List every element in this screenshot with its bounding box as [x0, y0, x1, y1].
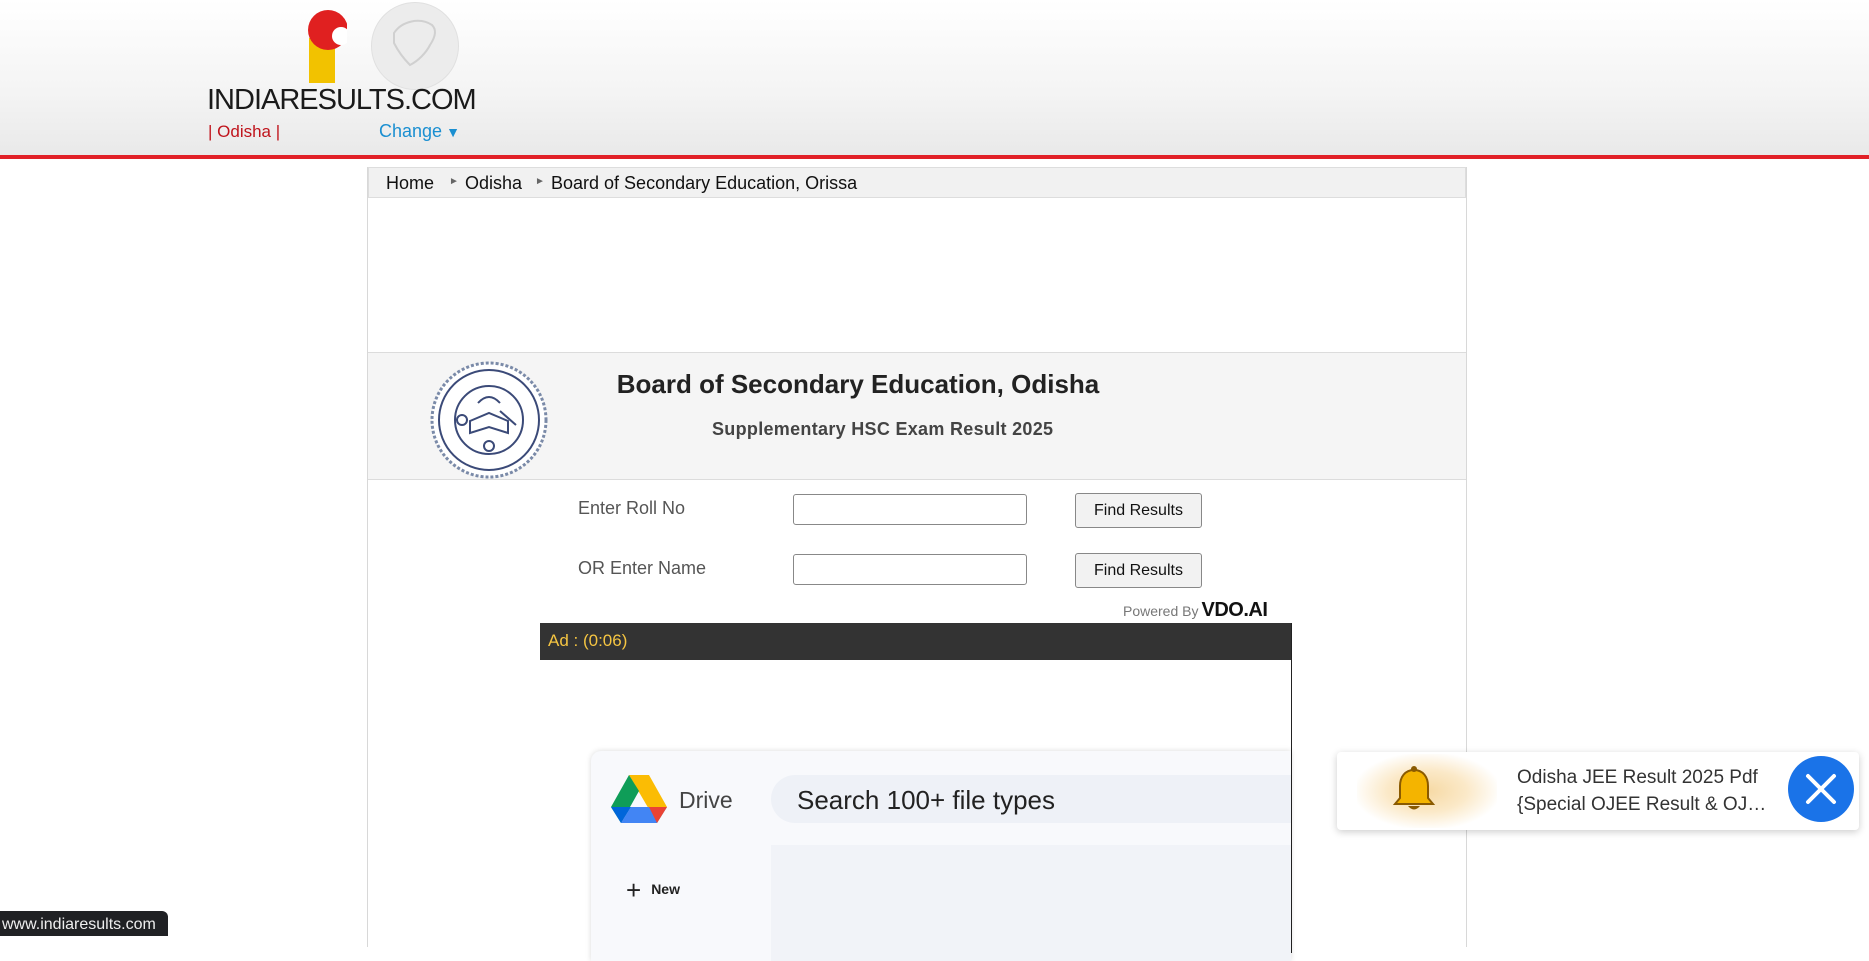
drive-file-panel — [771, 845, 1291, 961]
change-state-link[interactable]: Change ▼ — [379, 121, 460, 142]
site-logo[interactable]: INDIARESULTS.COM — [205, 0, 477, 116]
notification-popup[interactable]: Odisha JEE Result 2025 Pdf {Special OJEE… — [1337, 752, 1859, 830]
roll-number-row: Enter Roll No Find Results — [368, 493, 1466, 534]
drive-new-label: New — [651, 881, 680, 898]
drive-new-button: + New — [626, 875, 680, 906]
drive-search-text: Search 100+ file types — [797, 785, 1055, 815]
drive-name: Drive — [679, 787, 733, 813]
drive-ad-card: Drive Search 100+ file types + New — [591, 751, 1291, 961]
main-content: Home ► Odisha ► Board of Secondary Educa… — [367, 167, 1467, 961]
name-row: OR Enter Name Find Results — [368, 553, 1466, 594]
exam-subtitle: Supplementary HSC Exam Result 2025 — [712, 419, 1054, 439]
find-results-name-button[interactable]: Find Results — [1075, 553, 1202, 588]
roll-number-input[interactable] — [793, 494, 1027, 525]
status-bar-url: www.indiaresults.com — [0, 911, 168, 936]
name-label: OR Enter Name — [578, 558, 707, 578]
site-header: INDIARESULTS.COM | Odisha | Change ▼ — [0, 0, 1869, 159]
powered-by: Powered By VDO.AI — [1123, 599, 1268, 622]
notification-text[interactable]: Odisha JEE Result 2025 Pdf {Special OJEE… — [1517, 764, 1787, 818]
triangle-down-icon: ▼ — [446, 124, 460, 140]
vdo-ai-logo[interactable]: VDO.AI — [1201, 599, 1267, 621]
notification-line-2: {Special OJEE Result & OJ… — [1517, 794, 1767, 815]
plus-icon: + — [626, 875, 642, 905]
breadcrumb: Home ► Odisha ► Board of Secondary Educa… — [368, 167, 1466, 198]
close-icon — [1806, 774, 1836, 804]
board-banner: Board of Secondary Education, Odisha Sup… — [368, 353, 1466, 480]
odisha-map-icon — [371, 2, 459, 90]
powered-by-label: Powered By — [1123, 603, 1199, 619]
find-results-roll-button[interactable]: Find Results — [1075, 493, 1202, 528]
ad-countdown: Ad : (0:06) — [548, 631, 628, 650]
breadcrumb-home[interactable]: Home — [386, 173, 434, 194]
name-input[interactable] — [793, 554, 1027, 585]
roll-number-label: Enter Roll No — [578, 498, 686, 518]
bell-icon — [1392, 766, 1436, 810]
google-drive-icon — [611, 775, 667, 823]
ad-placeholder — [368, 198, 1466, 353]
breadcrumb-separator-icon: ► — [449, 176, 459, 187]
notification-line-1: Odisha JEE Result 2025 Pdf — [1517, 767, 1758, 788]
current-state-label: | Odisha | — [208, 122, 281, 141]
breadcrumb-board[interactable]: Board of Secondary Education, Orissa — [551, 173, 857, 194]
change-label: Change — [379, 121, 443, 141]
video-ad-bar: Ad : (0:06) — [540, 623, 1291, 660]
logo-mark-icon — [308, 10, 347, 83]
close-notification-button[interactable] — [1788, 756, 1854, 822]
board-title: Board of Secondary Education, Odisha — [616, 369, 1100, 399]
drive-search-box: Search 100+ file types — [771, 775, 1291, 823]
breadcrumb-odisha[interactable]: Odisha — [465, 173, 522, 194]
video-ad-player[interactable]: Ad : (0:06) Drive Search 100+ file types… — [540, 623, 1292, 961]
logo-text: INDIARESULTS.COM — [207, 84, 477, 116]
breadcrumb-separator-icon: ► — [535, 176, 545, 187]
